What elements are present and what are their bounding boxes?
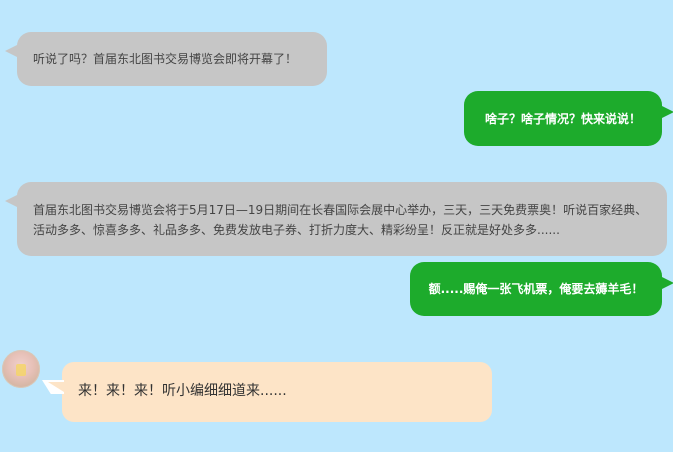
- message-text: 听说了吗？首届东北图书交易博览会即将开幕了！: [33, 52, 298, 66]
- bubble-tail: [5, 194, 19, 208]
- bubble-tail: [660, 105, 673, 119]
- message-bubble-outgoing: 额.....赐俺一张飞机票，俺要去薅羊毛！: [410, 262, 673, 316]
- message-text: 来！来！来！听小编细细道来......: [78, 383, 287, 399]
- chat-thread: 听说了吗？首届东北图书交易博览会即将开幕了！ 啥子？啥子情况？快来说说！ 首届东…: [0, 0, 673, 452]
- message-bubble-outgoing: 啥子？啥子情况？快来说说！: [464, 91, 673, 146]
- user-avatar-icon[interactable]: [2, 350, 40, 388]
- message-bubble-incoming: 首届东北图书交易博览会将于5月17日—19日期间在长春国际会展中心举办，三天，三…: [5, 182, 667, 256]
- message-text: 首届东北图书交易博览会将于5月17日—19日期间在长春国际会展中心举办，三天，三…: [33, 203, 648, 237]
- message-text: 啥子？啥子情况？快来说说！: [484, 112, 641, 126]
- bubble-tail: [660, 276, 673, 290]
- message-bubble-incoming: 听说了吗？首届东北图书交易博览会即将开幕了！: [5, 32, 327, 86]
- bubble-tail: [5, 44, 19, 58]
- message-text: 额.....赐俺一张飞机票，俺要去薅羊毛！: [428, 282, 644, 296]
- message-bubble-incoming: 来！来！来！听小编细细道来......: [42, 362, 492, 422]
